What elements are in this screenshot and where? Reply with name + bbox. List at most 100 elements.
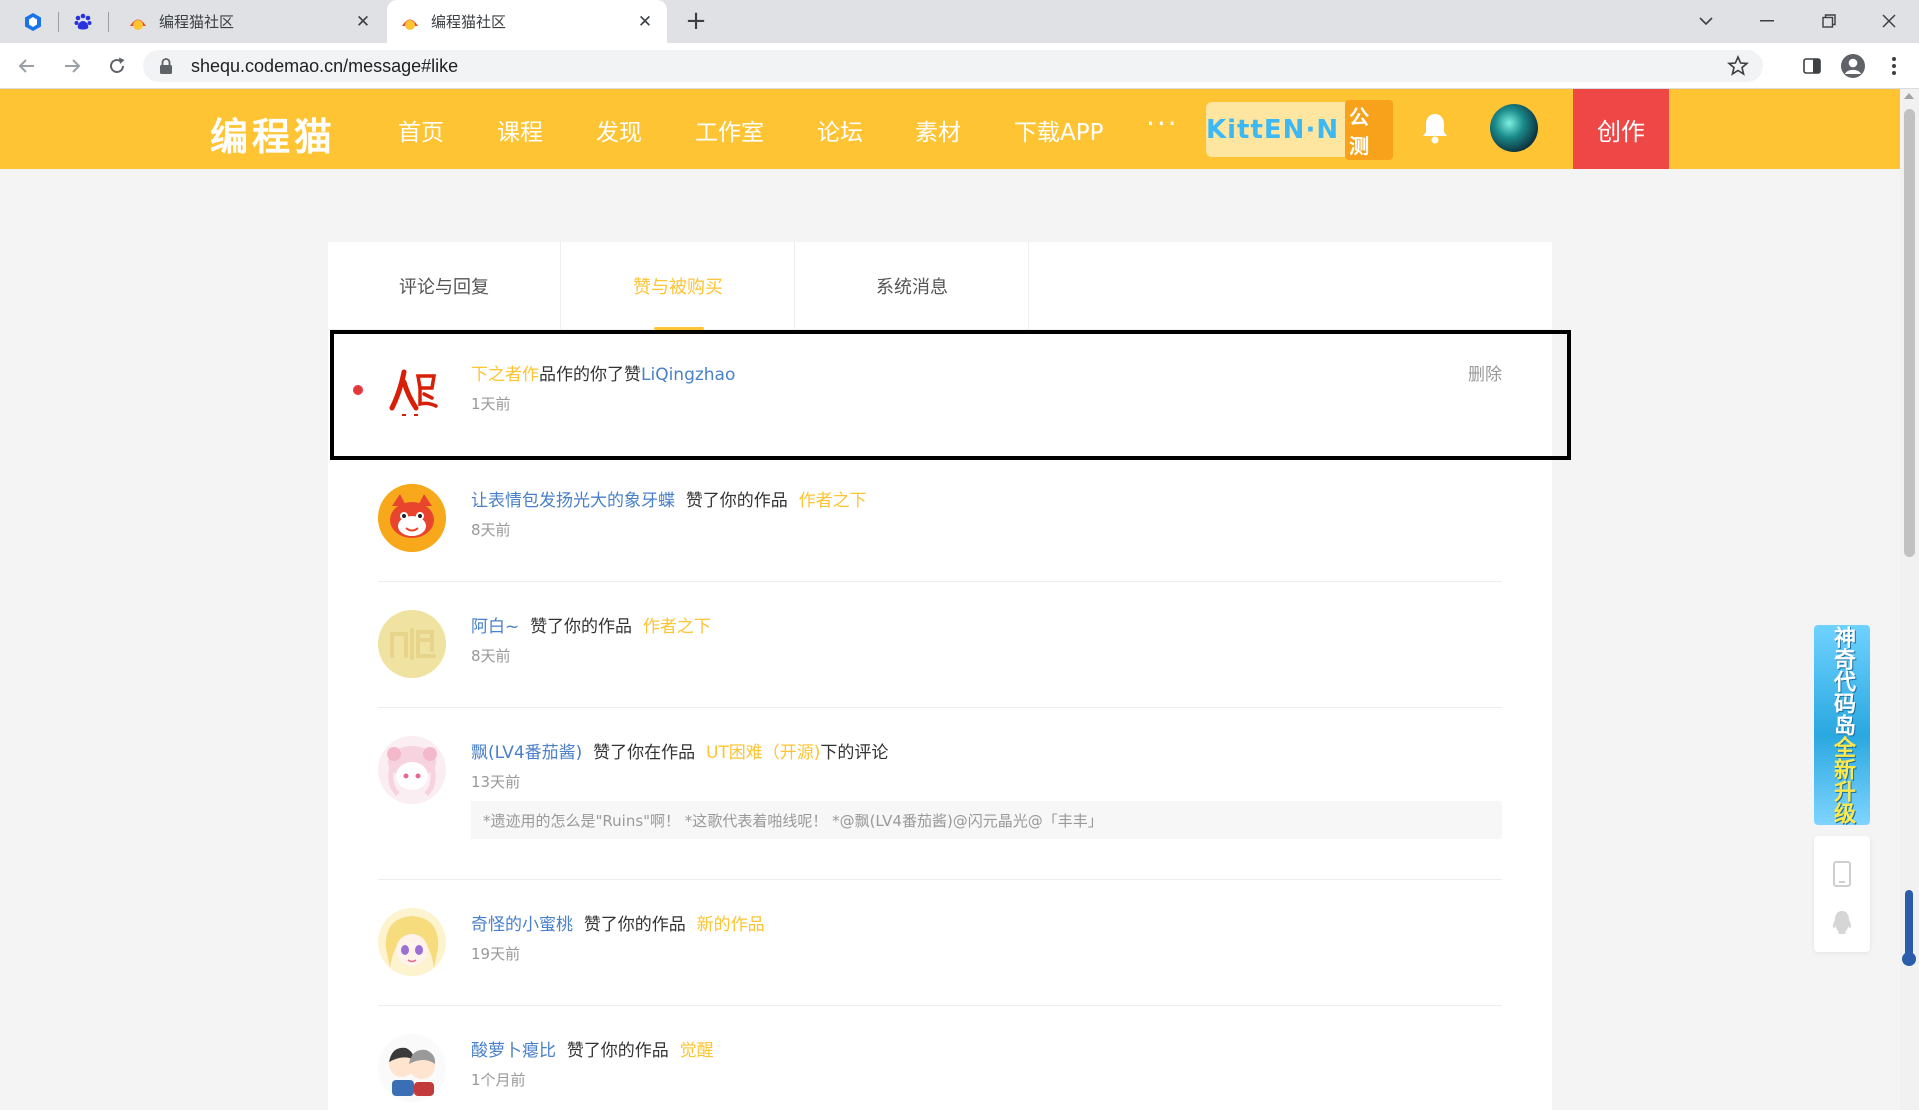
peoples-daily-logo-icon [389,369,438,416]
browser-menu-button[interactable] [1879,51,1909,81]
minimize-button[interactable] [1747,6,1787,36]
browser-tab-1[interactable]: 编程猫社区 ✕ [115,0,385,43]
side-panel-button[interactable] [1797,51,1827,81]
chevron-down-icon [1699,16,1713,25]
kitten-beta-badge: 公测 [1345,99,1393,160]
unread-dot [353,385,363,395]
tab-likes-purchases[interactable]: 赞与被购买 [562,242,795,330]
scrollbar-thumb[interactable] [1904,109,1915,557]
username-link[interactable]: 让表情包发扬光大的象牙蝶 [471,491,675,511]
nav-studio[interactable]: 工作室 [695,113,764,147]
nav-more-button[interactable]: ··· [1146,107,1179,140]
avatar[interactable] [378,358,446,426]
list-item: 奇怪的小蜜桃 赞了你的作品 新的作品 19天前 [328,880,1552,1006]
message-time: 19天前 [471,945,521,963]
new-tab-button[interactable]: + [681,7,711,37]
username-link[interactable]: LiQingzhao [641,365,735,385]
tablet-icon [1833,861,1851,887]
address-bar[interactable]: shequ.codemao.cn/message#like [143,50,1763,82]
avatar[interactable] [378,484,446,552]
kitten-n-banner-button[interactable]: KittEN·N 公测 [1206,99,1393,160]
side-panel-icon [1803,58,1821,74]
username-link[interactable]: 飘(LV4番茄酱) [471,743,582,763]
chibi-duo-avatar-icon [378,1034,446,1102]
notification-bell-icon[interactable] [1420,111,1450,145]
list-item: 下之者作品作的你了赞LiQingzhao 1天前 删除 [328,330,1552,456]
reload-icon [110,57,125,73]
close-tab-icon[interactable]: ✕ [635,12,655,32]
username-link[interactable]: 奇怪的小蜜桃 [471,915,573,935]
promo-text-line1: 神奇代码岛 [1830,626,1855,736]
browser-tab-2[interactable]: 编程猫社区 ✕ [387,0,667,43]
nav-discover[interactable]: 发现 [596,113,642,147]
avatar[interactable] [378,610,446,678]
create-button[interactable]: 创作 [1573,89,1669,169]
list-item: 飘(LV4番茄酱) 赞了你在作品 UT困难（开源)下的评论 13天前 *遗迹用的… [328,708,1552,880]
message-verb: 赞了你的作品 [530,617,633,637]
nav-forum[interactable]: 论坛 [817,113,863,147]
work-link[interactable]: 觉醒 [680,1041,714,1061]
tab-system-messages[interactable]: 系统消息 [796,242,1029,330]
message-time: 1天前 [471,395,511,413]
restore-button[interactable] [1809,6,1849,36]
close-tab-icon[interactable]: ✕ [353,12,373,32]
nav-materials[interactable]: 素材 [915,113,961,147]
work-link[interactable]: 作者之下 [643,617,711,637]
back-button[interactable] [12,51,42,81]
lock-icon[interactable] [159,57,173,75]
forward-button[interactable] [57,51,87,81]
message-time: 1个月前 [471,1071,526,1089]
work-link[interactable]: 作者之下 [799,491,867,511]
message-verb: 赞了你的作品 [685,491,788,511]
profile-button[interactable] [1838,51,1868,81]
reload-button[interactable] [102,51,132,81]
pinned-tab-baidu[interactable] [64,6,102,37]
nav-download-app[interactable]: 下载APP [1014,113,1103,147]
nav-courses[interactable]: 课程 [497,113,543,147]
restore-icon [1822,14,1836,28]
bookmark-star-icon[interactable] [1727,55,1749,77]
tab-comments-replies[interactable]: 评论与回复 [328,242,561,330]
message-text: 奇怪的小蜜桃 赞了你的作品 新的作品 [471,910,765,935]
work-link[interactable]: 下之者作 [471,365,539,385]
anime-blonde-avatar-icon [378,908,446,976]
avatar[interactable] [378,1034,446,1102]
username-link[interactable]: 阿白~ [471,617,519,637]
message-verb: 赞了你在作品 [593,743,696,763]
close-icon [1882,14,1896,28]
mobile-app-button[interactable] [1828,860,1856,888]
site-logo[interactable]: 编程猫 [210,106,336,161]
minimize-icon [1760,20,1774,22]
codemao-favicon-icon [402,19,418,30]
avatar[interactable] [378,908,446,976]
user-avatar[interactable] [1490,104,1538,152]
promo-text-line2: 全新升级 [1830,736,1855,824]
browser-toolbar: shequ.codemao.cn/message#like [0,43,1919,89]
work-link[interactable]: 新的作品 [697,915,765,935]
close-window-button[interactable] [1869,6,1909,36]
message-verb: 赞了你的作品 [566,1041,669,1061]
delete-button[interactable]: 删除 [1468,360,1502,385]
nav-home[interactable]: 首页 [398,113,444,147]
code-island-promo-banner[interactable]: 神奇代码岛 全新升级 [1814,625,1870,825]
profile-avatar-icon [1841,54,1865,78]
message-tabs: 评论与回复 赞与被购买 系统消息 [328,242,1552,330]
site-header: 编程猫 首页 课程 发现 工作室 论坛 素材 下载APP ··· KittEN·… [0,89,1900,169]
scroll-up-arrow-icon[interactable] [1904,93,1914,99]
list-item: 让表情包发扬光大的象牙蝶 赞了你的作品 作者之下 8天前 [328,456,1552,582]
message-text: 酸萝卜瘪比 赞了你的作品 觉醒 [471,1036,714,1061]
username-link[interactable]: 酸萝卜瘪比 [471,1041,556,1061]
anime-girl-avatar-icon [378,736,446,804]
qq-contact-button[interactable] [1828,908,1856,936]
message-time: 8天前 [471,647,511,665]
message-suffix: 下的评论 [820,743,889,763]
pinned-tab-shield[interactable] [14,6,52,37]
baidu-paw-icon [74,13,92,29]
arrow-left-icon [18,59,34,73]
quoted-comment[interactable]: *遗迹用的怎么是"Ruins"啊！ *这歌代表着啪线呢！ *@飘(LV4番茄酱)… [471,801,1502,839]
page-viewport: 编程猫 首页 课程 发现 工作室 论坛 素材 下载APP ··· KittEN·… [0,89,1900,1110]
work-link[interactable]: UT困难（开源) [706,743,820,763]
avatar[interactable] [378,736,446,804]
tab-search-button[interactable] [1686,6,1726,36]
message-verb: 品作的你了赞 [539,365,641,385]
